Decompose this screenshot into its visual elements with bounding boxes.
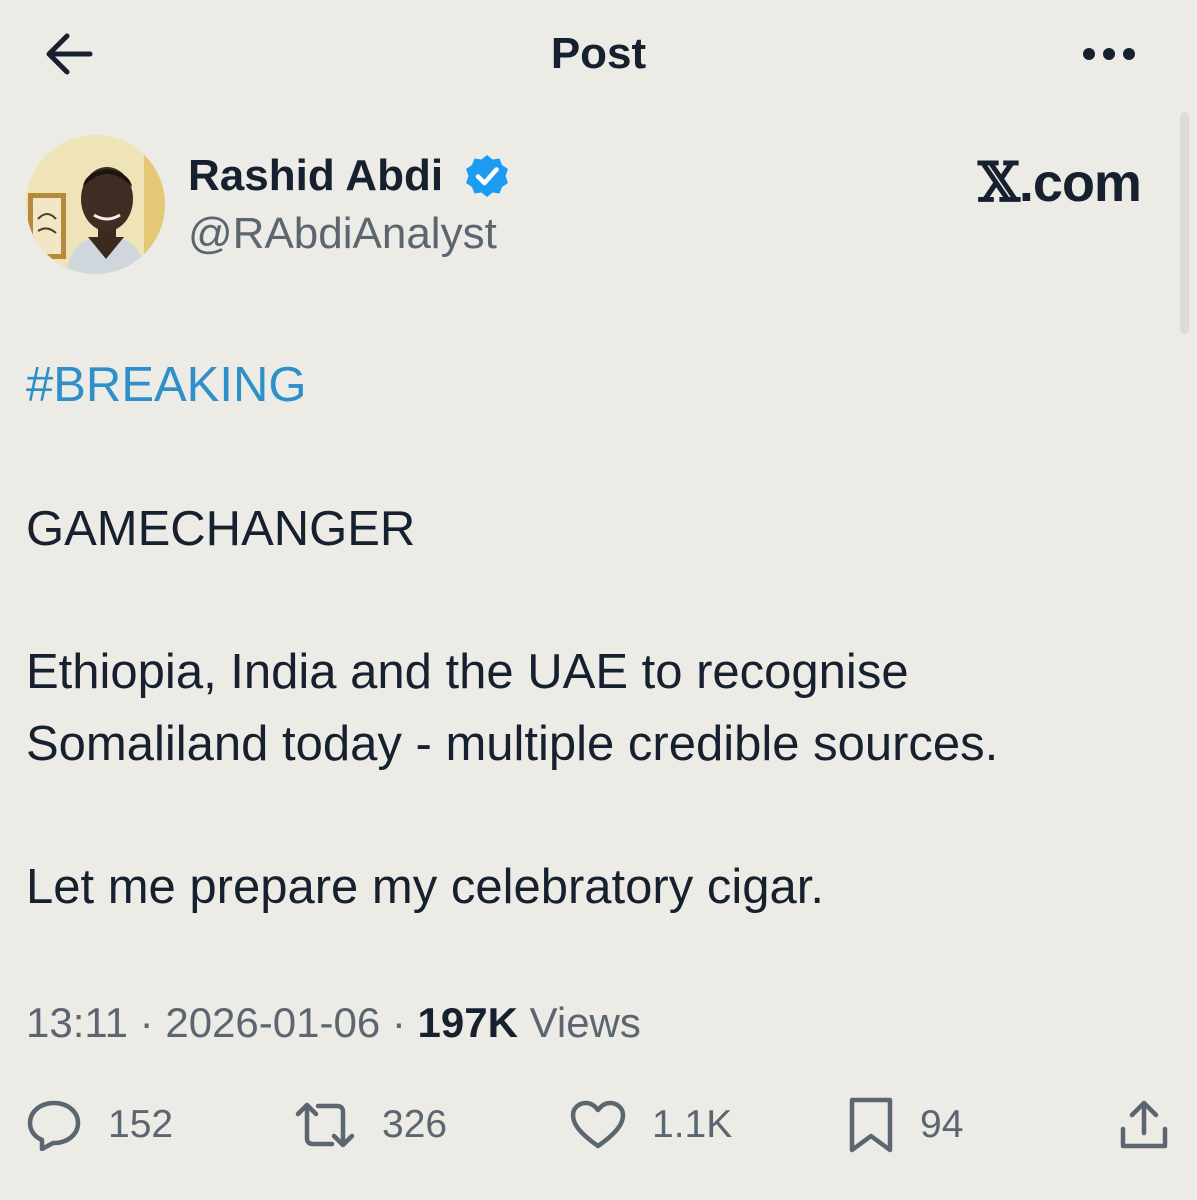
avatar[interactable] bbox=[26, 135, 165, 274]
more-horizontal-icon bbox=[1083, 48, 1135, 60]
reply-button[interactable]: 152 bbox=[26, 1094, 173, 1156]
x-com-watermark: 𝕏.com bbox=[978, 150, 1142, 215]
bookmark-button[interactable]: 94 bbox=[848, 1094, 963, 1156]
post-date[interactable]: 2026-01-06 bbox=[165, 999, 380, 1046]
post-text-line: Somaliland today - multiple credible sou… bbox=[26, 717, 999, 771]
like-button[interactable]: 1.1K bbox=[570, 1094, 732, 1156]
post-meta: 13:11 · 2026-01-06 · 197K Views bbox=[26, 998, 641, 1048]
page-title: Post bbox=[550, 29, 647, 78]
repost-icon bbox=[295, 1102, 355, 1148]
meta-separator: · bbox=[391, 999, 406, 1046]
share-button[interactable] bbox=[1118, 1094, 1170, 1156]
verified-badge-icon bbox=[466, 155, 508, 197]
verified-badge[interactable] bbox=[464, 153, 510, 199]
like-count: 1.1K bbox=[652, 1103, 733, 1146]
x-logo: 𝕏 bbox=[978, 150, 1020, 214]
meta-separator: · bbox=[139, 999, 154, 1046]
post-text-line: Let me prepare my celebratory cigar. bbox=[26, 860, 824, 914]
reply-icon bbox=[27, 1100, 81, 1151]
views-count[interactable]: 197K bbox=[418, 999, 518, 1046]
repost-count: 326 bbox=[382, 1103, 448, 1146]
author-display-name[interactable]: Rashid Abdi bbox=[188, 150, 443, 202]
post-text-line: Ethiopia, India and the UAE to recognise bbox=[26, 645, 909, 699]
more-options-button[interactable] bbox=[1076, 30, 1142, 78]
hashtag-link[interactable]: #BREAKING bbox=[26, 356, 306, 414]
bookmark-icon bbox=[849, 1097, 893, 1153]
heart-icon bbox=[570, 1100, 626, 1149]
scrollbar[interactable] bbox=[1180, 112, 1189, 334]
bookmark-count: 94 bbox=[920, 1103, 964, 1146]
avatar-photo bbox=[26, 135, 165, 274]
post-time[interactable]: 13:11 bbox=[26, 999, 128, 1046]
post-text-line: GAMECHANGER bbox=[26, 502, 416, 556]
reply-count: 152 bbox=[108, 1103, 174, 1146]
watermark-domain: .com bbox=[1018, 153, 1142, 213]
share-icon bbox=[1120, 1100, 1168, 1149]
views-label[interactable]: Views bbox=[530, 999, 641, 1046]
repost-button[interactable]: 326 bbox=[294, 1094, 447, 1156]
author-handle[interactable]: @RAbdiAnalyst bbox=[188, 208, 497, 260]
